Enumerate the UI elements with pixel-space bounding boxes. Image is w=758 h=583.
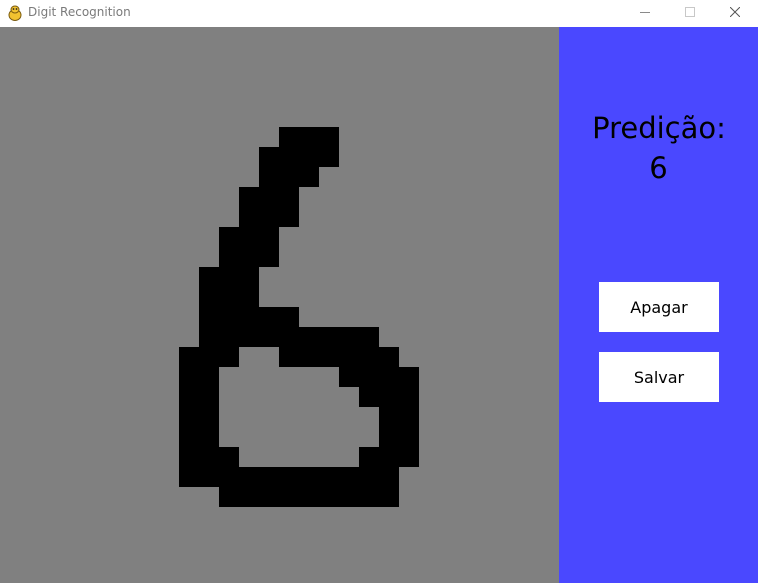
drawing-canvas[interactable] [0,27,559,583]
ink-pixel [359,387,419,407]
ink-pixel [199,287,259,307]
ink-pixel [219,227,279,267]
minimize-icon [640,12,650,13]
ink-pixel [179,387,219,447]
title-bar: Digit Recognition [0,0,758,27]
ink-pixel [179,347,239,367]
ink-pixel [219,487,399,507]
ink-pixel [179,447,239,467]
maximize-icon [685,7,695,17]
prediction-value: 6 [649,151,668,185]
ink-pixel [199,307,299,327]
maximize-button[interactable] [667,0,713,24]
ink-pixel [359,447,419,467]
ink-pixel [239,187,299,227]
minimize-button[interactable] [622,0,668,24]
ink-pixel [179,367,219,387]
side-panel: Predição: 6 Apagar Salvar [559,27,758,583]
ink-pixel [279,127,339,147]
ink-pixel [259,167,319,187]
ink-pixel [199,267,259,287]
clear-button[interactable]: Apagar [599,282,719,332]
ink-pixel [379,407,419,447]
close-button[interactable] [712,0,758,24]
ink-pixel [279,347,399,367]
ink-pixel [259,147,339,167]
close-icon [730,7,740,17]
save-button[interactable]: Salvar [599,352,719,402]
pygame-icon [8,5,22,21]
ink-pixel [179,467,399,487]
prediction-label: Predição: [592,111,726,145]
window-title: Digit Recognition [28,5,131,19]
ink-pixel [199,327,379,347]
digit-drawing [179,127,419,507]
ink-pixel [339,367,419,387]
